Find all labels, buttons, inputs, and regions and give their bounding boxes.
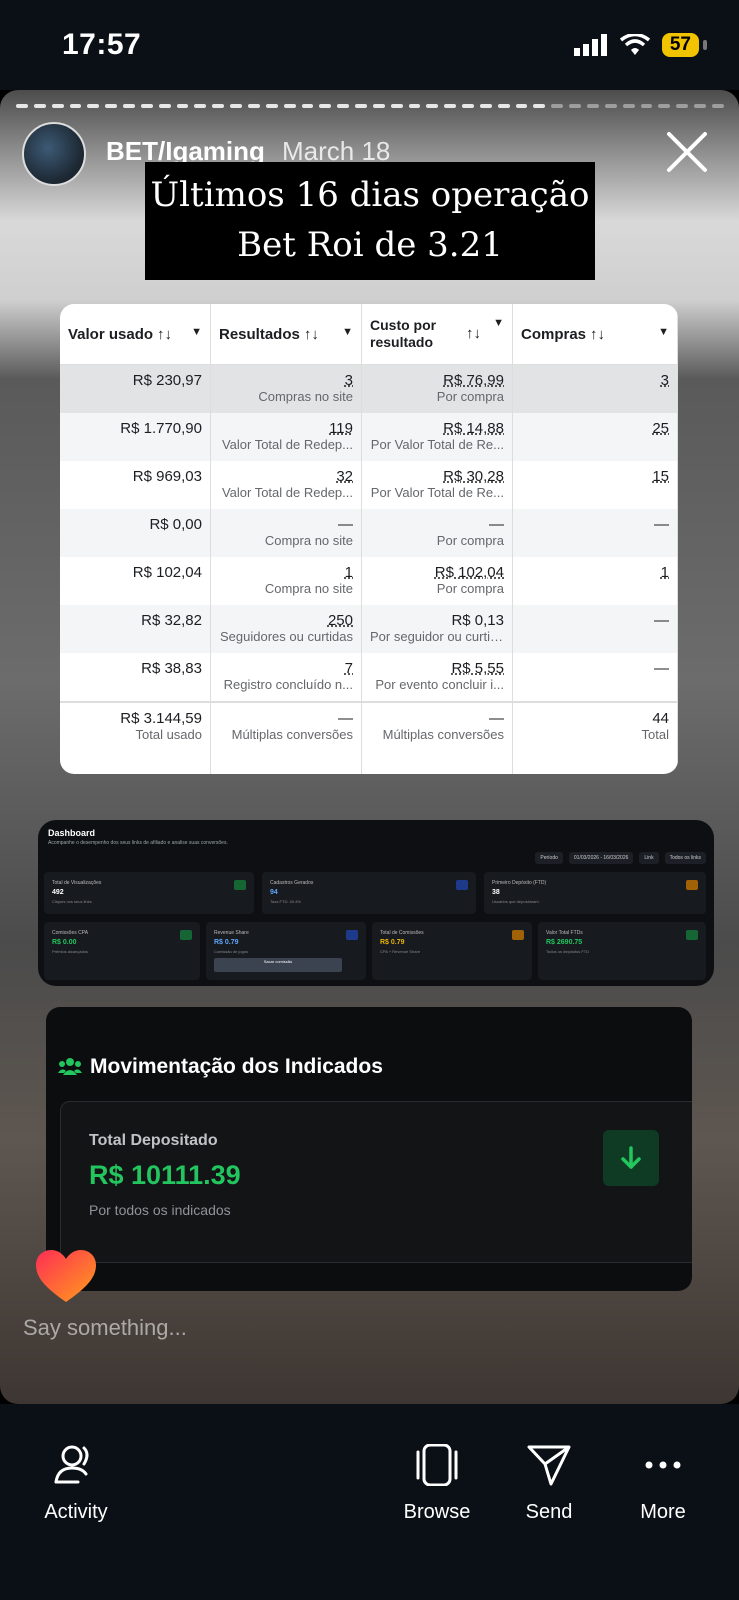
table-row[interactable]: R$ 1.770,90 119 Valor Total de Redep... R… [60,413,678,461]
movement-title: Movimentação dos Indicados [90,1055,383,1078]
money-icon [686,930,698,940]
activity-icon [54,1445,89,1484]
col-header-resultados[interactable]: Resultados ↑↓ ▼ [210,304,362,365]
close-icon[interactable] [665,130,709,174]
status-bar: 17:57 57 [0,0,739,90]
table-total-row: R$ 3.144,59 Total usado — Múltiplas conver… [60,701,678,774]
dashboard-filters: Período 01/03/2026 - 16/03/2026 Link Tod… [535,852,706,864]
total-deposited-label: Total Depositado [89,1132,218,1149]
signal-icon [573,34,607,56]
filter-period[interactable]: Período [535,852,563,864]
story-caption: Últimos 16 dias operação Bet Roi de 3.21 [145,162,595,280]
table-row[interactable]: R$ 230,97 3 Compras no site R$ 76,99 Por c… [60,364,678,413]
story-progress [16,104,724,108]
browse-icon [416,1443,458,1487]
wifi-icon [619,34,650,55]
table-row[interactable]: R$ 102,04 1 Compra no site R$ 102,04 Por c… [60,557,678,605]
caption-line-1: Últimos 16 dias operação [150,175,590,215]
nav-browse-label: Browse [403,1501,471,1523]
nav-activity-label: Activity [44,1501,108,1523]
more-icon [645,1461,681,1469]
nav-send-label: Send [525,1501,573,1523]
ads-results-table: Valor usado ↑↓ ▼ Resultados ↑↓ ▼ Custo por r… [60,304,678,774]
metric-card-revshare: Revenue Share R$ 0.79 Comissão de jogos Sa… [206,922,366,980]
table-row[interactable]: R$ 0,00 — Compra no site — Por compra — [60,509,678,557]
filter-all-links[interactable]: Todos os links [664,852,706,864]
chart-icon [346,930,358,940]
nav-activity[interactable]: Activity [36,1444,116,1524]
avatar[interactable] [22,122,86,186]
metric-card-views: Total de Visualizações 492 Cliques nos seu… [44,872,254,914]
story-viewer[interactable]: BET/Igaming March 18 Últimos 16 dias ope… [0,90,739,1404]
user-plus-icon [456,880,468,890]
metric-card-ftd-value: Valor Total FTDs R$ 2690.75 Todos os depós… [538,922,706,980]
status-icons: 57 [573,33,708,57]
filter-dates[interactable]: 01/03/2026 - 16/03/2026 [568,852,634,864]
battery-indicator: 57 [661,33,708,57]
dashboard-title: Dashboard [48,828,96,838]
wallet-icon [686,880,698,890]
nav-browse[interactable]: Browse [392,1443,482,1524]
referrals-movement-card: Movimentação dos Indicados Total Deposit… [46,1007,692,1291]
nav-more[interactable]: More [628,1444,698,1524]
total-deposited-panel: Total Depositado R$ 10111.39 Por todos o… [60,1101,692,1263]
nav-send[interactable]: Send [512,1444,586,1524]
metric-card-total-commissions: Total de Comissões R$ 0.79 CPA + Revenue S… [372,922,532,980]
caption-line-2: Bet Roi de 3.21 [237,225,503,265]
money-icon [180,930,192,940]
arrow-down-icon [603,1130,659,1186]
total-deposited-sub: Por todos os indicados [89,1202,231,1218]
total-deposited-value: R$ 10111.39 [89,1160,241,1190]
withdraw-commission-button[interactable]: Sacar comissão [214,958,342,972]
metric-card-signups: Cadastros Gerados 94 Taxa FTD: 40.4% [262,872,476,914]
clock: 17:57 [62,28,142,61]
dashboard-subtitle: Acompanhe o desempenho dos seus links de… [48,840,228,846]
table-row[interactable]: R$ 38,83 7 Registro concluído n... R$ 5,5… [60,653,678,702]
filter-link[interactable]: Link [639,852,659,864]
table-row[interactable]: R$ 969,03 32 Valor Total de Redep... R$ 3… [60,461,678,509]
metric-card-cpa: Comissões CPA R$ 0.00 Prêmios alcançados [44,922,200,980]
col-header-compras[interactable]: Compras ↑↓ ▼ [512,304,678,365]
send-icon [527,1445,571,1486]
affiliate-dashboard: Dashboard Acompanhe o desempenho dos seu… [38,820,714,986]
metric-card-ftd: Primeiro Depósito (FTD) 38 Usuários que de… [484,872,706,914]
bottom-nav: Activity Browse Send More [0,1404,739,1600]
reply-input[interactable]: Say something... [23,1315,187,1341]
col-header-custo-por-resultado[interactable]: Custo por resultado↑↓ ▼ [361,304,513,365]
col-header-valor-usado[interactable]: Valor usado ↑↓ ▼ [60,304,211,365]
nav-more-label: More [640,1501,686,1523]
trend-icon [512,930,524,940]
eye-icon [234,880,246,890]
users-icon [58,1058,82,1075]
heart-icon[interactable] [36,1250,96,1304]
table-row[interactable]: R$ 32,82 250 Seguidores ou curtidas R$ 0,… [60,605,678,653]
